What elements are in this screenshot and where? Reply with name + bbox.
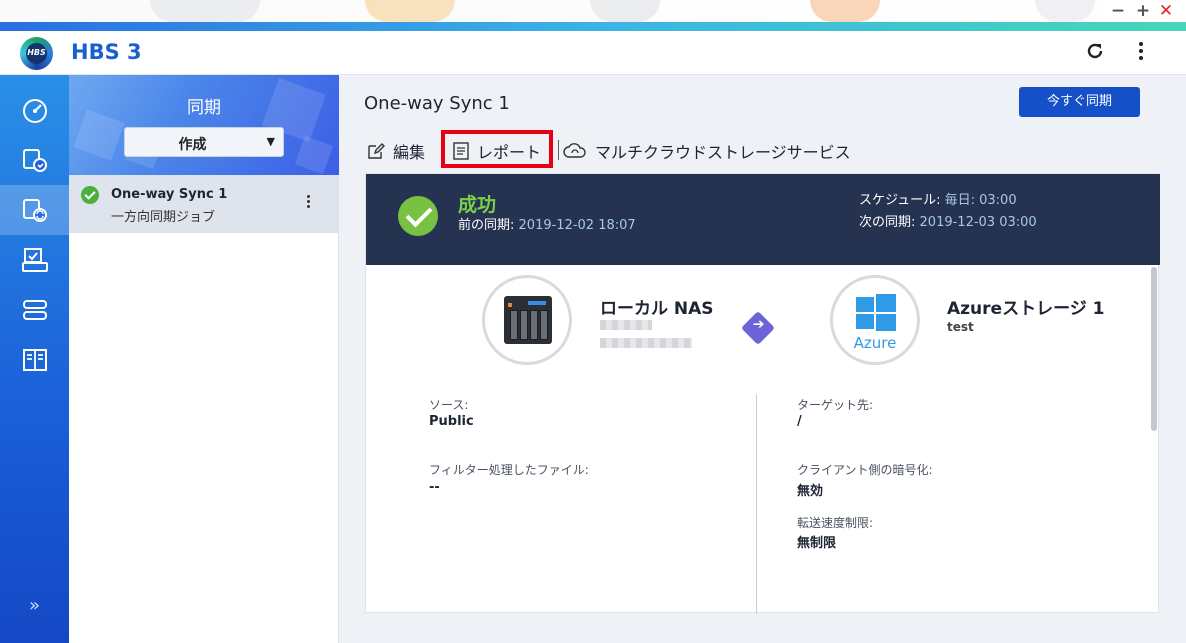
filter-value: -- — [429, 480, 440, 495]
backup-restore-icon[interactable] — [0, 135, 69, 185]
schedule: スケジュール: 毎日: 03:00 — [859, 189, 1017, 208]
arrow-right-icon: ➔ — [741, 311, 775, 345]
success-check-icon — [81, 186, 99, 204]
status-band: 成功 前の同期: 2019-12-02 18:07 スケジュール: 毎日: 03… — [366, 174, 1160, 265]
multicloud-button[interactable]: マルチクラウドストレージサービス — [563, 139, 851, 163]
target-label: ターゲット先: — [797, 398, 874, 412]
source-value: Public — [429, 414, 474, 429]
edit-icon — [368, 143, 385, 159]
minimize-button[interactable]: − — [1108, 2, 1128, 20]
titlebar-decoration — [365, 0, 455, 22]
next-sync: 次の同期: 2019-12-03 03:00 — [859, 211, 1037, 230]
azure-logo-text: Azure — [853, 334, 897, 352]
next-sync-value: 2019-12-03 03:00 — [919, 215, 1037, 230]
source-label: ソース: — [429, 398, 469, 412]
titlebar-decoration — [810, 0, 880, 22]
redacted-text — [600, 320, 652, 330]
create-button[interactable]: 作成 ▼ — [124, 127, 284, 157]
nas-device-icon — [482, 275, 572, 365]
app-title: HBS 3 — [71, 40, 142, 64]
job-type: 一方向同期ジョブ — [111, 210, 216, 225]
left-rail: » — [0, 75, 69, 643]
sync-now-button[interactable]: 今すぐ同期 — [1019, 87, 1140, 117]
encryption-label: クライアント側の暗号化: — [797, 463, 933, 477]
success-check-icon — [398, 196, 438, 236]
jobs-icon[interactable] — [0, 235, 69, 285]
page-title: One-way Sync 1 — [364, 93, 510, 114]
sync-job-list-panel: 同期 作成 ▼ One-way Sync 1 一方向同期ジョブ — [69, 75, 339, 643]
banner-decoration — [294, 135, 334, 175]
next-sync-label: 次の同期: — [859, 215, 916, 230]
schedule-label: スケジュール: — [859, 193, 941, 208]
close-button[interactable]: ✕ — [1156, 2, 1176, 20]
report-highlight-box — [441, 130, 553, 168]
services-icon[interactable] — [0, 335, 69, 385]
expand-rail-icon[interactable]: » — [0, 595, 69, 616]
side-title: 同期 — [187, 98, 221, 118]
last-sync: 前の同期: 2019-12-02 18:07 — [458, 214, 636, 233]
nas-box-icon — [504, 296, 552, 344]
maximize-button[interactable]: + — [1133, 2, 1153, 20]
windows-logo-icon — [856, 294, 896, 331]
accent-strip — [0, 22, 1186, 31]
titlebar-decoration — [590, 0, 660, 22]
logo-text: HBS — [27, 48, 46, 57]
more-options-icon[interactable] — [1136, 41, 1146, 61]
redacted-text — [600, 338, 692, 348]
hbs-logo-icon: HBS — [20, 37, 53, 70]
filter-label: フィルター処理したファイル: — [429, 463, 589, 477]
schedule-value: 毎日: 03:00 — [944, 193, 1017, 208]
azure-storage-icon: Azure — [830, 275, 920, 365]
titlebar-decoration — [1035, 0, 1095, 22]
speed-limit-value: 無制限 — [797, 536, 837, 551]
caret-down-icon: ▼ — [266, 135, 275, 148]
side-banner: 同期 作成 ▼ — [69, 75, 339, 175]
status-result: 成功 — [458, 194, 497, 216]
encryption-value: 無効 — [797, 484, 824, 499]
speed-limit-label: 転送速度制限: — [797, 516, 874, 530]
dashboard-icon[interactable] — [0, 85, 69, 135]
job-name: One-way Sync 1 — [111, 187, 228, 202]
sync-icon[interactable] — [0, 185, 69, 235]
create-button-label: 作成 — [178, 137, 207, 153]
toolbar-divider — [558, 140, 559, 160]
target-node-subtitle: test — [947, 320, 974, 334]
target-node-title: Azureストレージ 1 — [947, 299, 1105, 319]
cloud-icon — [563, 143, 586, 158]
edit-label: 編集 — [393, 143, 426, 162]
app-header: HBS HBS 3 — [0, 31, 1186, 75]
titlebar-decoration — [150, 0, 260, 22]
target-value: / — [797, 414, 802, 429]
refresh-icon[interactable] — [1085, 41, 1105, 66]
detail-divider — [756, 394, 757, 614]
job-more-icon[interactable] — [307, 195, 313, 210]
multicloud-label: マルチクラウドストレージサービス — [595, 143, 851, 162]
last-sync-label: 前の同期: — [458, 218, 515, 233]
job-detail-card: 成功 前の同期: 2019-12-02 18:07 スケジュール: 毎日: 03… — [365, 173, 1160, 614]
list-item[interactable]: One-way Sync 1 一方向同期ジョブ — [69, 175, 339, 233]
card-scrollbar[interactable] — [1151, 267, 1157, 431]
source-node-title: ローカル NAS — [600, 299, 714, 319]
edit-button[interactable]: 編集 — [367, 139, 425, 163]
storage-icon[interactable] — [0, 285, 69, 335]
last-sync-value: 2019-12-02 18:07 — [518, 218, 636, 233]
